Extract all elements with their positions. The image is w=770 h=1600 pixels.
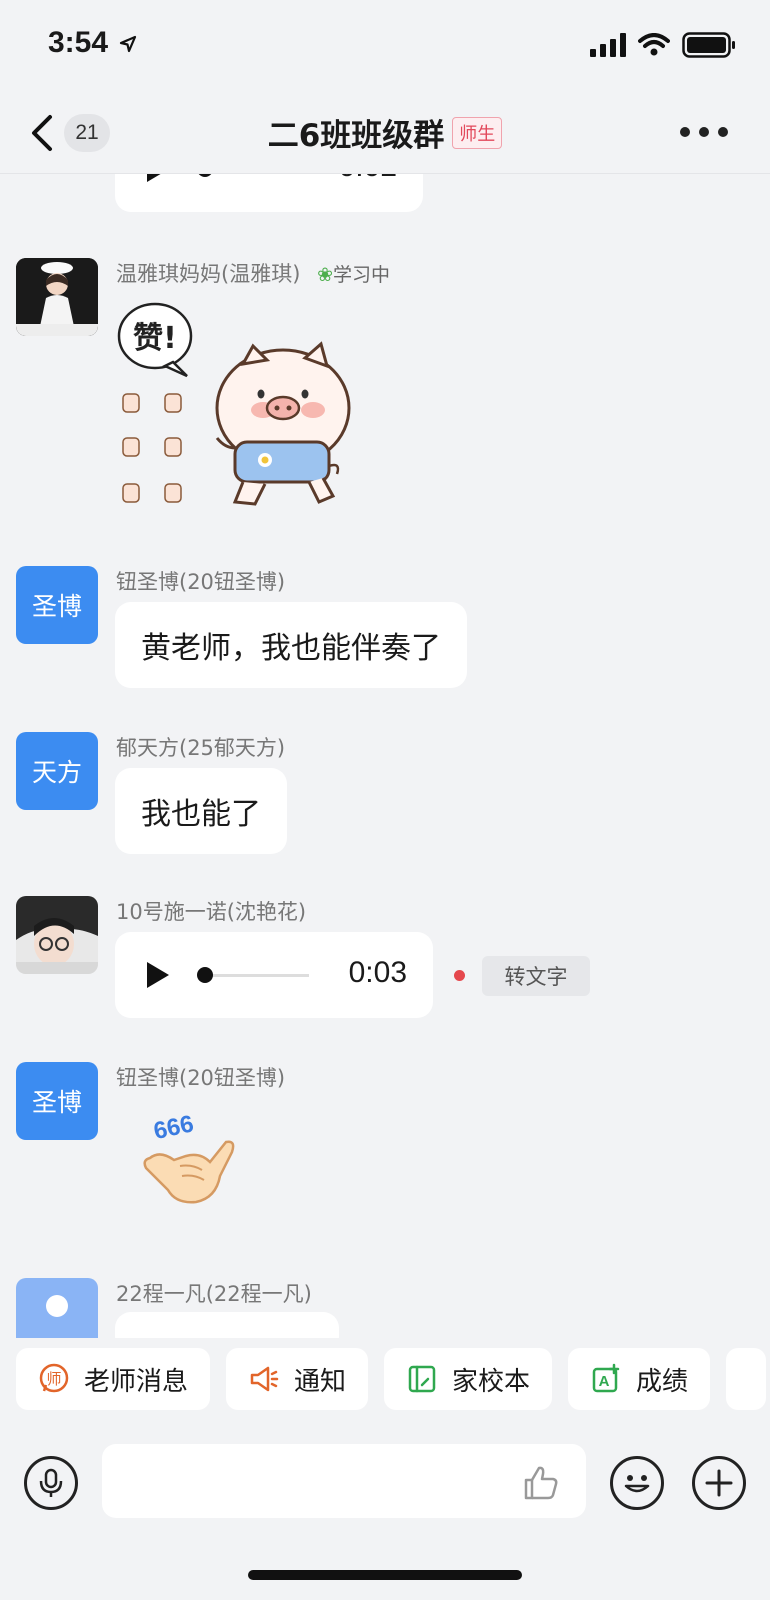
play-icon [147,174,169,182]
message-partial: 22程一凡(22程一凡) [0,1278,770,1338]
grades-button[interactable]: A 成绩 [568,1348,711,1410]
message-bubble[interactable]: 黄老师，我也能伴奏了 [115,602,467,688]
home-indicator[interactable] [248,1570,522,1580]
sticker-speech-text: 赞! [133,321,177,356]
wifi-icon [638,33,670,56]
svg-text:师: 师 [46,1370,61,1388]
avatar[interactable]: 圣博 [16,566,98,644]
message-voice-partial: 0:02 [0,174,770,216]
progress-track [203,974,309,977]
unread-dot [454,970,465,981]
sticker-666-text: 666 [151,1110,196,1145]
voice-duration: 0:02 [339,174,397,184]
sender-name: 10号施一诺(沈艳花) [116,900,307,924]
sender-name: 温雅琪妈妈(温雅琪) ❀学习中 [116,258,390,288]
study-status-text: 学习中 [333,264,391,286]
avatar[interactable] [16,1278,98,1338]
location-arrow-icon [120,35,137,53]
notebook-icon [406,1363,438,1395]
message-bubble[interactable] [115,1312,339,1338]
emoji-button[interactable] [610,1456,664,1510]
convert-to-text-button[interactable]: 转文字 [482,956,590,996]
message-input[interactable] [102,1444,586,1518]
more-options-button[interactable] [680,120,730,144]
study-status-tag: ❀学习中 [317,264,390,286]
sender-name-text: 温雅琪妈妈(温雅琪) [116,262,301,286]
battery-icon [682,32,735,58]
more-quick-action-button[interactable] [726,1348,767,1410]
status-time: 3:54 [48,26,138,60]
shaka-hand-sticker-image: 666 [143,1110,235,1204]
dot-icon [699,127,709,137]
message-list[interactable]: 0:02 温雅琪妈妈(温雅琪) ❀学习中 赞! [0,174,770,1338]
grade-icon: A [590,1363,622,1395]
notice-button[interactable]: 通知 [226,1348,369,1410]
sender-name: 22程一凡(22程一凡) [116,1282,312,1306]
status-bar: 3:54 [0,0,770,92]
message-text: 圣博 钮圣博(20钮圣博) 黄老师，我也能伴奏了 [0,566,770,688]
avatar[interactable]: 圣博 [16,1062,98,1140]
avatar[interactable] [16,258,98,336]
teacher-icon: 师 [38,1363,70,1395]
message-text: 天方 郁天方(25郁天方) 我也能了 [0,732,770,854]
quick-action-label: 通知 [294,1366,347,1397]
sticker-pig-thumbs-up[interactable]: 赞! [115,298,365,518]
progress-knob [197,174,213,177]
voice-bubble[interactable]: 0:03 [115,932,433,1018]
message-sticker: 温雅琪妈妈(温雅琪) ❀学习中 赞! [0,258,770,518]
title-group: 二6班班级群 师生 [0,110,770,155]
sprout-icon: ❀ [317,264,333,286]
avatar[interactable]: 天方 [16,732,98,810]
sender-name: 钮圣博(20钮圣博) [116,1066,286,1090]
quick-action-bar: 师 老师消息 通知 家校本 A 成绩 [0,1338,770,1420]
avatar-photo-girl [16,258,98,336]
microphone-icon [39,1468,63,1497]
page-title: 二6班班级群 [267,118,445,154]
thumbs-up-icon[interactable] [520,1462,560,1502]
quick-action-label: 老师消息 [84,1366,189,1397]
message-sticker: 圣博 钮圣博(20钮圣博) 666 [0,1062,770,1222]
sticker-666-hand[interactable]: 666 [140,1106,240,1216]
megaphone-icon [248,1363,280,1395]
cellular-signal-icon [590,33,626,57]
plus-icon [705,1469,733,1497]
quick-action-label: 家校本 [452,1366,531,1397]
voice-duration: 0:03 [348,956,407,989]
pig-sticker-image: 赞! [117,302,351,506]
avatar-photo-child [16,896,98,974]
dot-icon [680,127,690,137]
status-time-text: 3:54 [48,26,109,59]
play-icon [147,962,169,988]
teacher-messages-button[interactable]: 师 老师消息 [16,1348,211,1410]
status-indicators [590,32,736,58]
home-school-book-button[interactable]: 家校本 [384,1348,553,1410]
default-user-icon [46,1295,68,1317]
message-bubble[interactable]: 我也能了 [115,768,287,854]
message-voice: 10号施一诺(沈艳花) 0:03 转文字 [0,896,770,1026]
group-type-badge: 师生 [452,116,503,149]
avatar[interactable] [16,896,98,974]
progress-knob [197,967,213,983]
sender-name: 郁天方(25郁天方) [116,736,286,760]
sender-name: 钮圣博(20钮圣博) [116,570,286,594]
voice-bubble[interactable]: 0:02 [115,174,423,212]
chat-header: 21 二6班班级群 师生 [0,92,770,174]
voice-input-button[interactable] [24,1456,78,1510]
dot-icon [718,127,728,137]
quick-action-label: 成绩 [636,1366,689,1397]
smiley-icon [624,1475,650,1493]
add-attachment-button[interactable] [692,1456,746,1510]
svg-text:A: A [599,1373,610,1390]
